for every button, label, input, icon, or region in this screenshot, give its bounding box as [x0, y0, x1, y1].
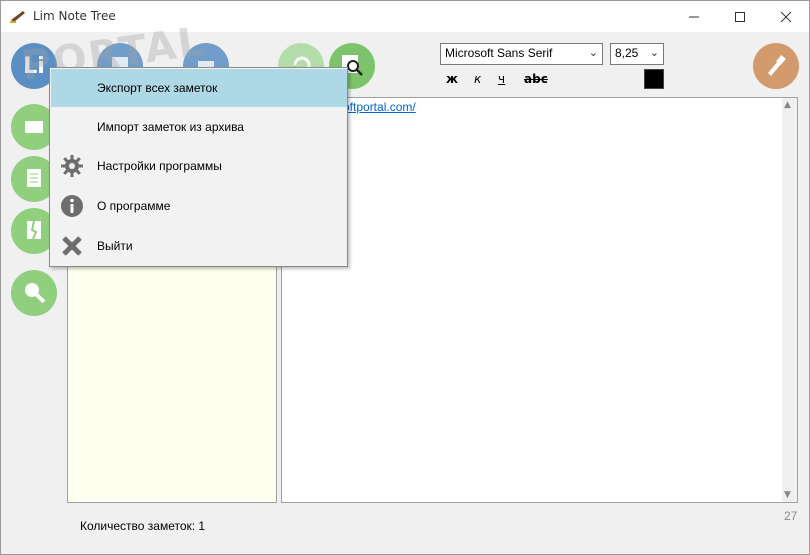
italic-button[interactable]: к	[474, 72, 481, 86]
window-title: Lim Note Tree	[33, 9, 116, 23]
text-color-picker[interactable]	[644, 69, 664, 89]
clear-format-button[interactable]	[753, 43, 799, 89]
title-bar: Lim Note Tree	[1, 1, 809, 32]
status-number: 27	[784, 509, 798, 523]
app-window: Lim Note Tree Li PORTAL Microsoft Sans S…	[0, 0, 810, 555]
font-size-select[interactable]: 8,25 ⌄	[610, 43, 664, 65]
search-button[interactable]	[11, 270, 57, 316]
scroll-down-arrow-icon[interactable]: ▼	[784, 490, 791, 500]
brush-icon	[763, 52, 789, 81]
menu-item-label: Выйти	[97, 239, 133, 253]
gear-icon	[59, 153, 85, 179]
notes-count-label: Количество заметок: 1	[80, 519, 206, 533]
info-icon	[59, 193, 85, 219]
font-size-value: 8,25	[615, 46, 639, 60]
menu-item-exit[interactable]: Выйти	[51, 227, 347, 265]
note-editor[interactable]: oftportal.com/	[281, 97, 798, 503]
editor-scrollbar[interactable]: ▲ ▼	[782, 98, 797, 502]
font-family-select[interactable]: Microsoft Sans Serif ⌄	[440, 43, 603, 65]
folder-icon	[22, 114, 46, 141]
menu-item-export[interactable]: Экспорт всех заметок	[51, 69, 347, 107]
menu-item-label: Настройки программы	[97, 159, 222, 173]
menu-item-label: Импорт заметок из архива	[97, 120, 244, 134]
chevron-down-icon: ⌄	[649, 47, 659, 59]
strikethrough-button[interactable]: abc	[524, 72, 548, 86]
menu-item-label: Экспорт всех заметок	[97, 81, 218, 95]
app-logo-icon	[9, 8, 27, 24]
font-family-value: Microsoft Sans Serif	[445, 46, 553, 60]
magnifier-icon	[21, 279, 47, 308]
close-window-button[interactable]	[763, 1, 809, 32]
bold-button[interactable]: ж	[446, 72, 458, 86]
editor-link[interactable]: oftportal.com/	[343, 100, 416, 114]
note-icon	[22, 166, 46, 193]
chevron-down-icon: ⌄	[588, 47, 598, 59]
scroll-up-arrow-icon[interactable]: ▲	[784, 100, 791, 110]
underline-button[interactable]: ч	[498, 72, 505, 86]
close-icon	[59, 233, 85, 259]
menu-item-label: О программе	[97, 199, 171, 213]
minimize-button[interactable]	[671, 1, 717, 32]
maximize-button[interactable]	[717, 1, 763, 32]
menu-item-about[interactable]: О программе	[51, 187, 347, 225]
menu-item-import[interactable]: Импорт заметок из архива	[51, 108, 347, 146]
menu-item-settings[interactable]: Настройки программы	[51, 147, 347, 185]
torn-note-icon	[22, 218, 46, 245]
main-dropdown-menu: Экспорт всех заметок Импорт заметок из а…	[49, 67, 348, 267]
